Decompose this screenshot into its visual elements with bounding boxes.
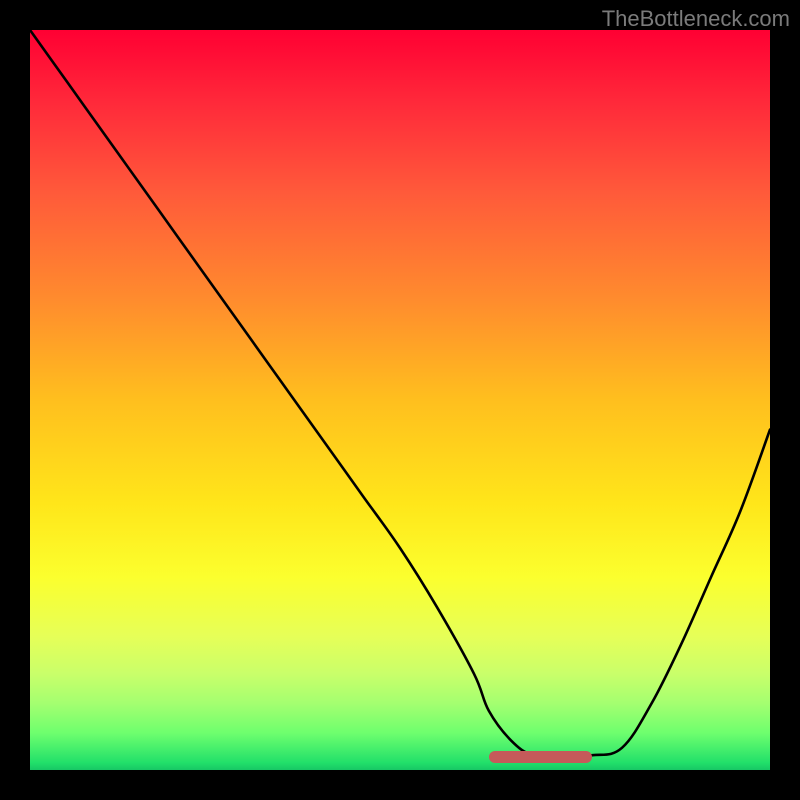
attribution-label: TheBottleneck.com [602,6,790,32]
curve-path [30,30,770,756]
plot-area [30,30,770,770]
bottleneck-curve [30,30,770,770]
chart-frame: TheBottleneck.com [0,0,800,800]
baseline-segment [489,751,593,763]
